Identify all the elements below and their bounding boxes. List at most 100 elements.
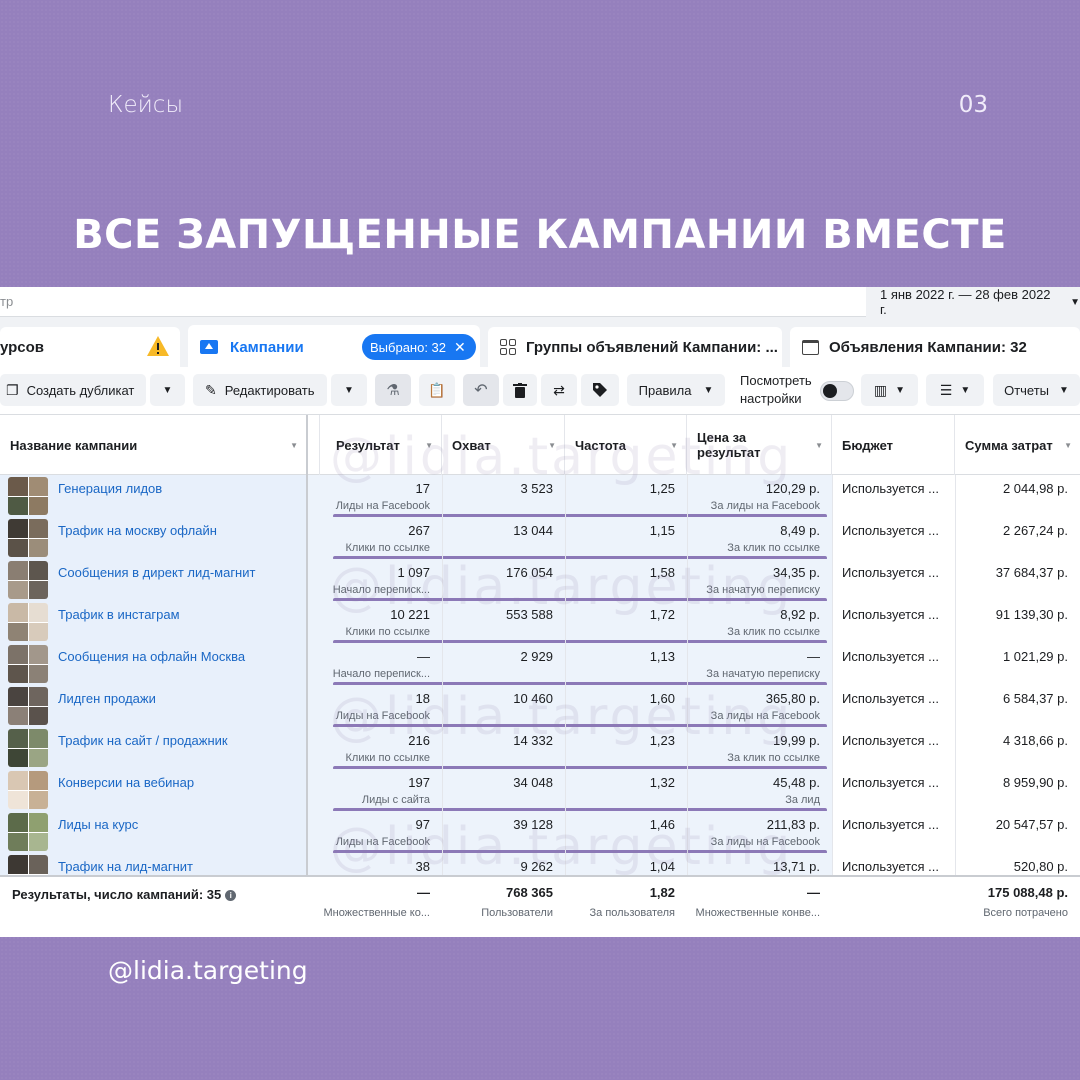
- undo-button[interactable]: ↶: [463, 374, 499, 406]
- column-divider: [832, 475, 833, 875]
- duplicate-dropdown-button[interactable]: ▼: [150, 374, 185, 406]
- columns-icon: ▥: [873, 381, 888, 398]
- cell-results: 267 Клики по ссылке: [345, 523, 431, 554]
- totals-frequency: 1,82 За пользователя: [589, 885, 675, 919]
- cell-spent: 6 584,37 р.: [1002, 691, 1068, 706]
- table-row[interactable]: Сообщения на офлайн Москва — Начало пере…: [0, 643, 1080, 685]
- info-icon[interactable]: i: [225, 890, 237, 901]
- column-header-cost[interactable]: Цена за результат ▼: [687, 415, 832, 475]
- view-settings-toggle[interactable]: [820, 381, 854, 401]
- totals-spent: 175 088,48 р. Всего потрачено: [983, 885, 1068, 919]
- cell-spent: 2 044,98 р.: [1002, 481, 1068, 496]
- sort-icon: ▼: [815, 441, 823, 450]
- duplicate-label: Создать дубликат: [26, 382, 135, 398]
- column-header-reach[interactable]: Охват ▼: [442, 415, 565, 475]
- column-header-delivery[interactable]: [308, 415, 320, 475]
- tag-button[interactable]: [581, 374, 619, 406]
- cell-budget: Используется ...: [842, 733, 939, 748]
- rules-button[interactable]: Правила ▼: [627, 374, 725, 406]
- cell-reach: 34 048: [513, 775, 553, 790]
- cell-reach: 3 523: [520, 481, 553, 496]
- rules-label: Правила: [638, 382, 692, 398]
- totals-cost: — Множественные конве...: [695, 885, 820, 919]
- undo-icon: ↶: [474, 382, 488, 399]
- cell-reach: 2 929: [520, 649, 553, 664]
- close-icon[interactable]: ✕: [454, 339, 466, 356]
- column-header-spent[interactable]: Сумма затрат ▼: [955, 415, 1080, 475]
- delete-button[interactable]: [503, 374, 537, 406]
- cell-cost: 120,29 р. За лиды на Facebook: [710, 481, 820, 512]
- table-row[interactable]: Трафик в инстаграм 10 221 Клики по ссылк…: [0, 601, 1080, 643]
- campaign-name-link[interactable]: Трафик на сайт / продажник: [58, 733, 228, 748]
- cell-reach: 39 128: [513, 817, 553, 832]
- selected-count-badge[interactable]: Выбрано: 32 ✕: [362, 334, 476, 360]
- cell-cost: 211,83 р. За лиды на Facebook: [710, 817, 820, 848]
- table-row[interactable]: Лиды на курс 97 Лиды на Facebook 39 128 …: [0, 811, 1080, 853]
- table-row[interactable]: Сообщения в директ лид-магнит 1 097 Нача…: [0, 559, 1080, 601]
- filter-input[interactable]: тр: [0, 294, 13, 309]
- duplicate-button[interactable]: ❐ Создать дубликат: [0, 374, 146, 406]
- ab-test-button[interactable]: ⚗: [375, 374, 411, 406]
- reports-button[interactable]: Отчеты ▼: [993, 374, 1080, 406]
- window-icon: [802, 339, 819, 355]
- column-header-results[interactable]: Результат ▼: [320, 415, 442, 475]
- campaign-name-link[interactable]: Трафик на лид-магнит: [58, 859, 193, 874]
- campaign-name-link[interactable]: Трафик на москву офлайн: [58, 523, 217, 538]
- tab-campaigns[interactable]: Кампании Выбрано: 32 ✕: [188, 325, 480, 369]
- cell-spent: 4 318,66 р.: [1002, 733, 1068, 748]
- table-row[interactable]: Генерация лидов 17 Лиды на Facebook 3 52…: [0, 475, 1080, 517]
- edit-button[interactable]: ✎ Редактировать: [193, 374, 327, 406]
- ad-thumbnail: [8, 729, 48, 767]
- tab-accounts[interactable]: урсов: [0, 327, 180, 367]
- level-tabs: урсов Кампании Выбрано: 32 ✕ Группы объя…: [0, 317, 1080, 369]
- cell-budget: Используется ...: [842, 607, 939, 622]
- column-divider: [955, 475, 956, 875]
- table-row[interactable]: Лидген продажи 18 Лиды на Facebook 10 46…: [0, 685, 1080, 727]
- cell-budget: Используется ...: [842, 523, 939, 538]
- campaign-name-cell: Сообщения на офлайн Москва: [0, 643, 308, 685]
- campaign-name-cell: Генерация лидов: [0, 475, 308, 517]
- campaign-name-link[interactable]: Конверсии на вебинар: [58, 775, 194, 790]
- ad-thumbnail: [8, 813, 48, 851]
- table-row[interactable]: Трафик на москву офлайн 267 Клики по ссы…: [0, 517, 1080, 559]
- campaign-name-link[interactable]: Лиды на курс: [58, 817, 138, 832]
- date-range-picker[interactable]: 1 янв 2022 г. — 28 фев 2022 г. ▼: [866, 287, 1080, 317]
- table-row[interactable]: Трафик на сайт / продажник 216 Клики по …: [0, 727, 1080, 769]
- campaign-name-link[interactable]: Сообщения на офлайн Москва: [58, 649, 245, 664]
- cell-cost: 365,80 р. За лиды на Facebook: [710, 691, 820, 722]
- cell-results: 216 Клики по ссылке: [345, 733, 431, 764]
- tab-label: Объявления Кампании: 32: [829, 338, 1027, 356]
- section-label: Кейсы: [108, 92, 184, 118]
- reports-label: Отчеты: [1004, 382, 1050, 398]
- cell-results: 197 Лиды с сайта: [361, 775, 430, 806]
- breakdown-button[interactable]: ☰ ▼: [926, 374, 984, 406]
- campaign-name-link[interactable]: Сообщения в директ лид-магнит: [58, 565, 255, 580]
- caret-down-icon: ▼: [960, 384, 971, 396]
- table-row[interactable]: Конверсии на вебинар 197 Лиды с сайта 34…: [0, 769, 1080, 811]
- tab-label: урсов: [0, 338, 45, 356]
- page-number: 03: [958, 92, 988, 118]
- export-button[interactable]: ⇄: [541, 374, 577, 406]
- cell-frequency: 1,25: [649, 481, 675, 496]
- columns-button[interactable]: ▥ ▼: [861, 374, 918, 406]
- cell-budget: Используется ...: [842, 691, 939, 706]
- edit-dropdown-button[interactable]: ▼: [331, 374, 367, 406]
- campaign-name-cell: Конверсии на вебинар: [0, 769, 308, 811]
- caret-down-icon: ▼: [703, 384, 714, 396]
- campaign-name-link[interactable]: Генерация лидов: [58, 481, 162, 496]
- column-header-budget[interactable]: Бюджет: [832, 415, 955, 475]
- column-header-name[interactable]: Название кампании ▼: [0, 415, 308, 475]
- campaign-name-cell: Трафик на москву офлайн: [0, 517, 308, 559]
- clipboard-button[interactable]: 📋: [419, 374, 455, 406]
- trash-icon: [513, 382, 527, 398]
- sort-icon: ▼: [548, 441, 556, 450]
- totals-row: Результаты, число кампаний: 35 i — Множес…: [0, 875, 1080, 937]
- cell-reach: 10 460: [513, 691, 553, 706]
- tab-ad-sets[interactable]: Группы объявлений Кампании: ...: [488, 327, 782, 367]
- tab-ads[interactable]: Объявления Кампании: 32: [790, 327, 1080, 367]
- caret-down-icon: ▼: [162, 384, 173, 396]
- warning-icon: [147, 336, 169, 356]
- column-header-frequency[interactable]: Частота ▼: [565, 415, 687, 475]
- campaign-name-link[interactable]: Лидген продажи: [58, 691, 156, 706]
- campaign-name-link[interactable]: Трафик в инстаграм: [58, 607, 180, 622]
